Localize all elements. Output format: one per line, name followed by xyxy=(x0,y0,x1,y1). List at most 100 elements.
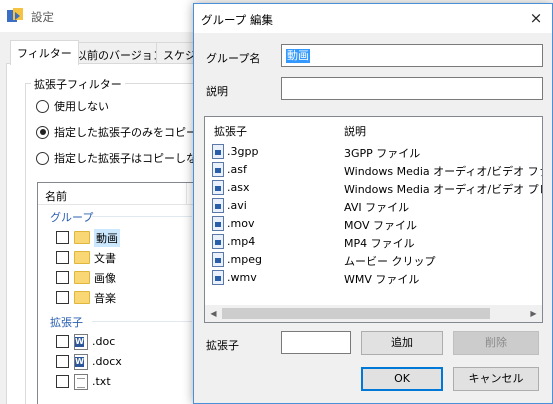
list-item-label: 文書 xyxy=(94,251,116,265)
checkbox[interactable] xyxy=(56,251,69,264)
description-cell: WMV ファイル xyxy=(344,273,420,286)
section-divider xyxy=(92,321,192,322)
extension-cell: .wmv xyxy=(227,271,257,284)
description-cell: Windows Media オーディオ/ビデオ プレー xyxy=(344,183,543,196)
dialog-title: グループ 編集 xyxy=(201,13,273,27)
video-file-icon xyxy=(212,144,224,159)
horizontal-scrollbar[interactable]: ◀ ▶ xyxy=(205,305,542,322)
folder-icon xyxy=(74,251,90,264)
extension-list[interactable]: 拡張子 説明 .3gpp 3GPP ファイル .asf Windows Medi… xyxy=(204,116,543,323)
video-file-icon xyxy=(212,270,224,285)
scroll-right-icon[interactable]: ▶ xyxy=(525,305,542,322)
extension-cell: .asf xyxy=(227,163,247,176)
list-item-group-images[interactable]: 画像 xyxy=(56,269,116,286)
scrollbar-thumb[interactable] xyxy=(222,308,490,319)
list-item[interactable]: .asx Windows Media オーディオ/ビデオ プレー xyxy=(205,179,542,197)
radio-button[interactable] xyxy=(36,99,49,113)
list-item[interactable]: .asf Windows Media オーディオ/ビデオ ファイ xyxy=(205,161,542,179)
radio-label: 使用しない xyxy=(54,100,109,113)
close-icon[interactable]: × xyxy=(526,8,546,28)
word-document-icon xyxy=(74,333,88,350)
description-cell: Windows Media オーディオ/ビデオ ファイ xyxy=(344,165,543,178)
list-item[interactable]: .3gpp 3GPP ファイル xyxy=(205,143,542,161)
description-field[interactable] xyxy=(281,77,543,100)
description-cell: 3GPP ファイル xyxy=(344,147,421,160)
groups-section-header: グループ xyxy=(50,211,94,224)
media-file-icon xyxy=(212,162,224,177)
extension-cell: .3gpp xyxy=(227,145,259,158)
extension-filter-legend: 拡張子フィルター xyxy=(31,76,125,92)
radio-label: 指定した拡張子のみをコピー xyxy=(54,126,197,139)
ok-button[interactable]: OK xyxy=(361,367,443,391)
list-item-label: .txt xyxy=(92,375,111,388)
checkbox[interactable] xyxy=(56,291,69,304)
cancel-button[interactable]: キャンセル xyxy=(453,367,539,391)
list-item[interactable]: .avi AVI ファイル xyxy=(205,197,542,215)
column-header-name[interactable]: 名前 xyxy=(45,188,67,204)
checkbox[interactable] xyxy=(56,231,69,244)
tab-filter[interactable]: フィルター xyxy=(10,40,79,65)
list-item-label: .docx xyxy=(92,355,122,368)
scroll-left-icon[interactable]: ◀ xyxy=(205,305,222,322)
radio-exclude-specified[interactable]: 指定した拡張子はコピーしない xyxy=(36,150,208,166)
list-item-label: 音楽 xyxy=(94,291,116,305)
list-item[interactable]: .mov MOV ファイル xyxy=(205,215,542,233)
extensions-section-header: 拡張子 xyxy=(50,316,83,329)
description-cell: MP4 ファイル xyxy=(344,237,415,250)
list-item-label: .doc xyxy=(92,335,116,348)
radio-label: 指定した拡張子はコピーしない xyxy=(54,152,208,165)
app-icon xyxy=(7,8,23,22)
radio-button[interactable] xyxy=(36,151,49,165)
settings-title: 設定 xyxy=(31,10,54,24)
list-item[interactable]: .mp4 MP4 ファイル xyxy=(205,233,542,251)
list-item-group-video[interactable]: 動画 xyxy=(56,228,120,247)
list-item-ext-txt[interactable]: .txt xyxy=(56,373,111,390)
folder-icon xyxy=(74,271,90,284)
folder-icon xyxy=(74,231,90,244)
description-cell: MOV ファイル xyxy=(344,219,417,232)
description-cell: ムービー クリップ xyxy=(344,255,436,268)
add-button[interactable]: 追加 xyxy=(361,331,443,355)
list-item-label: 動画 xyxy=(94,228,120,247)
list-item-ext-doc[interactable]: .doc xyxy=(56,333,115,350)
checkbox[interactable] xyxy=(56,335,69,348)
extension-input[interactable] xyxy=(281,331,351,354)
group-name-value: 動画 xyxy=(286,49,310,63)
video-file-icon xyxy=(212,198,224,213)
extension-cell: .asx xyxy=(227,181,250,194)
description-label: 説明 xyxy=(206,85,228,98)
checkbox[interactable] xyxy=(56,355,69,368)
description-cell: AVI ファイル xyxy=(344,201,410,214)
extension-cell: .avi xyxy=(227,199,247,212)
list-item-group-music[interactable]: 音楽 xyxy=(56,289,116,306)
list-item-ext-docx[interactable]: .docx xyxy=(56,353,122,370)
list-item-group-documents[interactable]: 文書 xyxy=(56,249,116,266)
section-divider xyxy=(92,216,192,217)
media-file-icon xyxy=(212,180,224,195)
word-document-icon xyxy=(74,353,88,370)
column-header-description[interactable]: 説明 xyxy=(344,123,366,139)
video-file-icon xyxy=(212,234,224,249)
list-item[interactable]: .mpeg ムービー クリップ xyxy=(205,251,542,269)
video-file-icon xyxy=(212,216,224,231)
checkbox[interactable] xyxy=(56,375,69,388)
extension-input-label: 拡張子 xyxy=(206,339,239,352)
radio-button-checked[interactable] xyxy=(36,125,49,139)
extension-cell: .mp4 xyxy=(227,235,256,248)
radio-no-filter[interactable]: 使用しない xyxy=(36,98,109,114)
group-name-field[interactable]: 動画 xyxy=(281,44,543,67)
group-name-label: グループ名 xyxy=(206,52,261,65)
text-document-icon xyxy=(74,373,88,390)
extension-cell: .mov xyxy=(227,217,255,230)
list-item[interactable]: .wmv WMV ファイル xyxy=(205,269,542,287)
movie-clip-icon xyxy=(212,252,224,267)
column-header-extension[interactable]: 拡張子 xyxy=(214,123,247,139)
column-divider xyxy=(186,183,187,205)
checkbox[interactable] xyxy=(56,271,69,284)
group-edit-dialog: グループ 編集 × グループ名 動画 説明 拡張子 説明 .3gpp 3GPP … xyxy=(193,3,553,404)
extension-cell: .mpeg xyxy=(227,253,262,266)
folder-icon xyxy=(74,291,90,304)
delete-button[interactable]: 削除 xyxy=(453,331,539,355)
dialog-titlebar: グループ 編集 × xyxy=(194,4,552,33)
radio-copy-only-specified[interactable]: 指定した拡張子のみをコピー xyxy=(36,124,197,140)
